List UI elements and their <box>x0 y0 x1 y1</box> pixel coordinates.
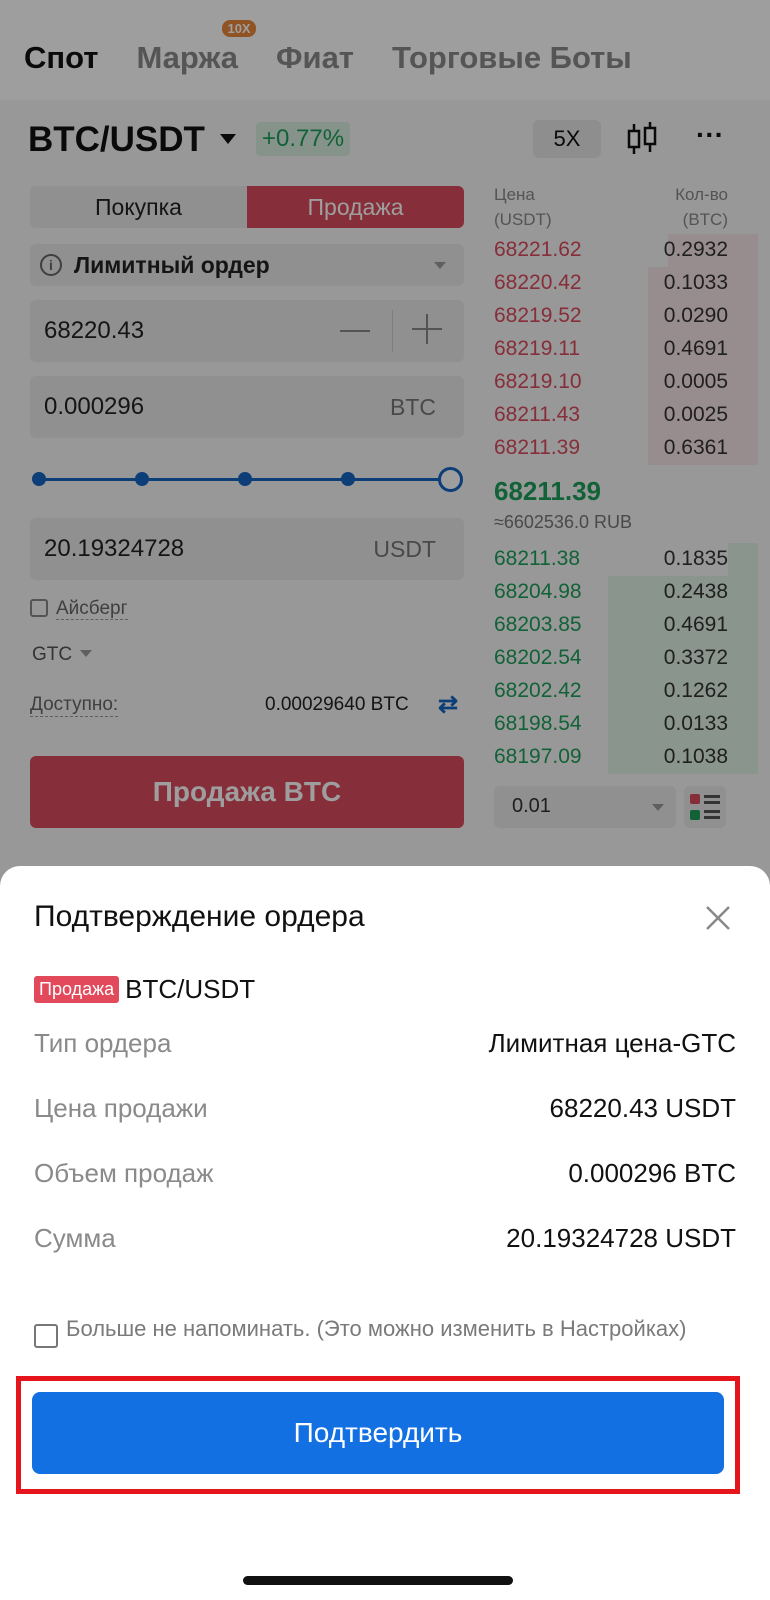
detail-value: 0.000296 BTC <box>568 1158 736 1188</box>
detail-row-price: Цена продажи 68220.43 USDT <box>34 1093 736 1129</box>
home-indicator <box>243 1576 513 1585</box>
detail-label: Тип ордера <box>34 1028 172 1058</box>
detail-value: 68220.43 USDT <box>549 1093 736 1123</box>
detail-row-volume: Объем продаж 0.000296 BTC <box>34 1158 736 1194</box>
detail-label: Сумма <box>34 1223 116 1253</box>
side-tag: Продажа <box>34 976 120 1003</box>
dont-remind-label: Больше не напоминать. (Это можно изменит… <box>66 1316 687 1341</box>
detail-value: 20.19324728 USDT <box>506 1223 736 1253</box>
detail-row-order-type: Тип ордера Лимитная цена-GTC <box>34 1028 736 1064</box>
pair-text: BTC/USDT <box>125 974 256 1004</box>
detail-row-total: Сумма 20.19324728 USDT <box>34 1223 736 1259</box>
detail-label: Объем продаж <box>34 1158 214 1188</box>
sheet-title: Подтверждение ордера <box>34 900 365 933</box>
detail-value: Лимитная цена-GTC <box>488 1028 736 1058</box>
order-confirmation-sheet: Подтверждение ордера Продажа BTC/USDT Тип… <box>0 866 770 1600</box>
close-icon[interactable] <box>704 904 732 932</box>
detail-label: Цена продажи <box>34 1093 208 1123</box>
confirm-button[interactable]: Подтвердить <box>32 1392 724 1474</box>
order-pair: Продажа BTC/USDT <box>34 974 255 1004</box>
dont-remind-checkbox[interactable] <box>34 1324 58 1348</box>
